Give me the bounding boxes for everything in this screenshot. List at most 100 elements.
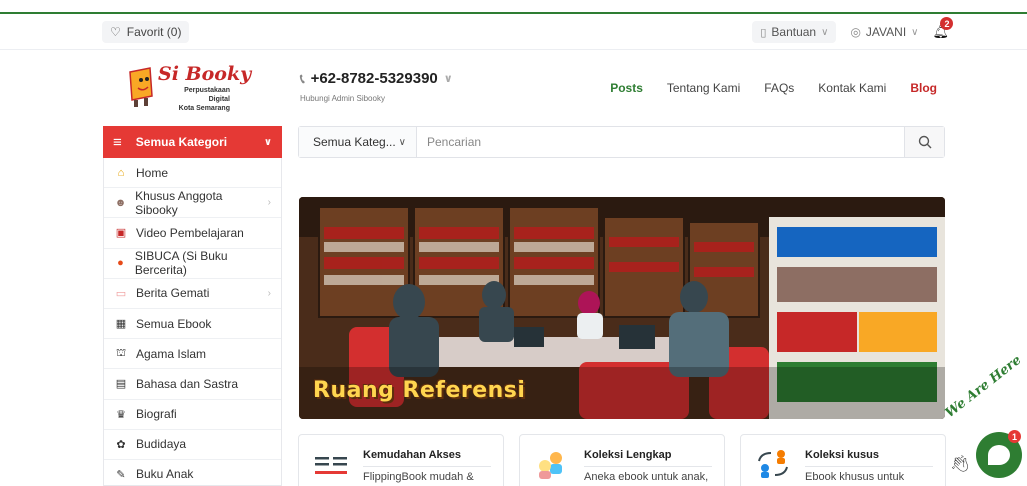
favorites-label: Favorit (0) [126, 25, 182, 39]
help-icon: ▯ [760, 26, 767, 39]
help-dropdown[interactable]: ▯ Bantuan ∨ [752, 21, 837, 43]
category-sidebar: ⌂ Home ☻ Khusus Anggota Sibooky › ▣ Vide… [103, 158, 282, 486]
chat-widget[interactable]: We Are Here 👋︎ 1 [943, 353, 1027, 486]
divider [584, 466, 712, 467]
person-icon: ♛ [116, 408, 126, 421]
feature-card-collection[interactable]: Koleksi Lengkap Aneka ebook untuk anak, [519, 434, 725, 486]
chevron-right-icon: › [267, 287, 271, 299]
chevron-right-icon: › [267, 197, 271, 209]
logo-sub-line1: Perpustakaan Digital [184, 87, 230, 103]
logo-subtitle: Perpustakaan Digital Kota Semarang [162, 86, 230, 113]
children-book-icon: ✎ [116, 468, 126, 481]
logo-sub-line2: Kota Semarang [178, 105, 230, 112]
sidebar-item-members[interactable]: ☻ Khusus Anggota Sibooky › [104, 188, 281, 219]
logo-name: Si Booky [158, 63, 252, 85]
sidebar-item-budidaya[interactable]: ✿ Budidaya [104, 430, 281, 460]
sidebar-item-video[interactable]: ▣ Video Pembelajaran [104, 218, 281, 249]
sidebar-item-label: Berita Gemati [136, 286, 210, 301]
nav-contact[interactable]: Kontak Kami [818, 81, 886, 95]
sidebar-item-label: Agama Islam [136, 346, 207, 361]
all-categories-button[interactable]: ≡ Semua Kategori ∨ [103, 126, 282, 158]
search-category-value: Semua Kateg... [313, 135, 396, 149]
help-label: Bantuan [771, 25, 817, 39]
video-icon: ▣ [115, 227, 127, 240]
divider [805, 466, 933, 467]
search-input[interactable] [417, 127, 904, 157]
sidebar-item-label: Semua Ebook [136, 316, 212, 331]
nav-posts[interactable]: Posts [610, 81, 643, 95]
list-document-icon [315, 457, 347, 474]
story-icon: ● [117, 257, 124, 270]
nav-faqs[interactable]: FAQs [764, 81, 794, 95]
feature-title: Koleksi Lengkap [584, 449, 672, 461]
sidebar-item-biography[interactable]: ♛ Biografi [104, 400, 281, 430]
nav-about[interactable]: Tentang Kami [667, 81, 740, 95]
sidebar-item-label: Khusus Anggota Sibooky [135, 188, 223, 217]
feature-title: Kemudahan Akses [363, 449, 462, 461]
sidebar-item-label: SIBUCA (Si Buku Bercerita) [134, 249, 228, 278]
plant-icon: ✿ [116, 438, 126, 451]
sidebar-item-children[interactable]: ✎ Buku Anak [104, 460, 281, 486]
user-dropdown[interactable]: ◎ JAVANI ∨ [846, 21, 922, 43]
mosque-icon: ⛫ [115, 346, 127, 359]
notification-badge: 2 [940, 17, 954, 30]
feature-title: Koleksi kusus [805, 449, 879, 461]
waving-hand-icon: 👋︎ [950, 456, 971, 473]
search-icon [918, 135, 931, 149]
banner-title: Ruang Referensi [313, 378, 526, 403]
sidebar-item-ebook[interactable]: ▦ Semua Ebook [104, 309, 281, 340]
sidebar-item-home[interactable]: ⌂ Home [104, 158, 281, 189]
children-icon [539, 452, 562, 479]
divider [363, 466, 491, 467]
sidebar-item-label: Budidaya [136, 437, 187, 452]
top-bar: ♡ Favorit (0) ▯ Bantuan ∨ ◎ JAVANI ∨ 🔔︎ … [0, 14, 1027, 50]
sidebar-item-label: Video Pembelajaran [136, 225, 244, 240]
chevron-down-icon: ∨ [398, 136, 406, 148]
sidebar-item-label: Bahasa dan Sastra [136, 376, 239, 391]
book-mascot-icon [129, 67, 153, 107]
feature-desc: Aneka ebook untuk anak, [584, 471, 709, 483]
exchange-users-icon [758, 450, 788, 478]
user-icon: ◎ [850, 25, 861, 39]
all-categories-label: Semua Kategori [135, 135, 228, 149]
phone-number: +62-8782-5329390 [310, 70, 438, 87]
notification-button[interactable]: 🔔︎ 2 [932, 17, 954, 40]
sidebar-item-label: Home [136, 165, 169, 180]
chevron-down-icon: ∨ [821, 26, 829, 38]
search-button[interactable] [904, 127, 944, 157]
sidebar-item-islam[interactable]: ⛫ Agama Islam [104, 339, 281, 370]
sidebar-item-sibuca[interactable]: ● SIBUCA (Si Buku Bercerita) [104, 249, 281, 279]
top-right-menu: ▯ Bantuan ∨ ◎ JAVANI ∨ 🔔︎ 2 [752, 17, 954, 43]
language-icon: ▤ [115, 378, 127, 391]
feature-desc: Ebook khusus untuk [805, 471, 905, 483]
chevron-down-icon: ∨ [911, 26, 919, 38]
site-logo[interactable]: Si Booky Perpustakaan Digital Kota Semar… [122, 64, 251, 113]
user-label: JAVANI [865, 25, 907, 39]
chat-badge: 1 [1008, 430, 1021, 443]
feature-card-special[interactable]: Koleksi kusus Ebook khusus untuk [740, 434, 946, 486]
feature-desc: FlippingBook mudah & [363, 471, 474, 483]
members-icon: ☻ [114, 196, 127, 209]
heart-icon: ♡ [110, 25, 121, 39]
hero-banner[interactable]: Ruang Referensi [299, 197, 945, 419]
phone-caption: Hubungi Admin Sibooky [300, 94, 385, 103]
sidebar-item-language[interactable]: ▤ Bahasa dan Sastra [104, 369, 281, 400]
hamburger-icon: ≡ [113, 133, 122, 151]
sidebar-item-label: Biografi [136, 407, 177, 422]
ebook-icon: ▦ [115, 318, 127, 331]
sidebar-item-news[interactable]: ▭ Berita Gemati › [104, 279, 281, 309]
nav-blog[interactable]: Blog [910, 81, 937, 95]
feature-card-access[interactable]: Kemudahan Akses FlippingBook mudah & [298, 434, 504, 486]
sidebar-item-label: Buku Anak [136, 467, 194, 482]
home-icon: ⌂ [117, 166, 125, 179]
search-category-select[interactable]: Semua Kateg... ∨ [299, 127, 417, 157]
favorites-button[interactable]: ♡ Favorit (0) [102, 21, 190, 43]
search-bar: Semua Kateg... ∨ [298, 126, 945, 158]
main-nav: Posts Tentang Kami FAQs Kontak Kami Blog [610, 81, 937, 95]
chevron-down-icon: ∨ [443, 73, 453, 85]
news-icon: ▭ [115, 287, 127, 300]
chat-icon [988, 445, 1010, 465]
chevron-down-icon: ∨ [263, 136, 272, 148]
phone-dropdown[interactable]: 📞︎ +62-8782-5329390 ∨ [300, 70, 453, 87]
phone-icon: 📞︎ [300, 70, 305, 86]
